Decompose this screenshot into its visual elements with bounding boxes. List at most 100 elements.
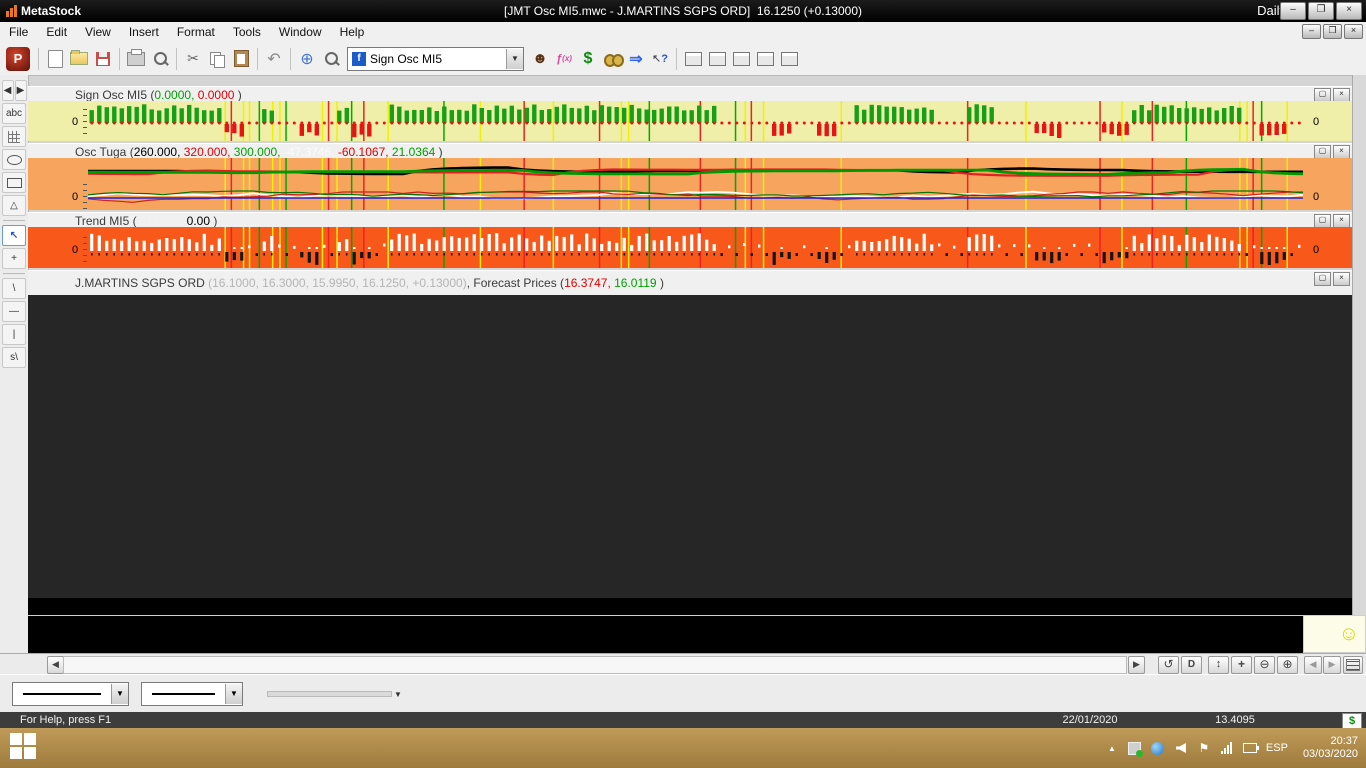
periodicity-button[interactable]: D	[1181, 656, 1202, 674]
usb-device-icon[interactable]	[1128, 741, 1142, 755]
keyboard-language[interactable]: ESP	[1266, 742, 1288, 754]
cascade-windows-button[interactable]	[682, 47, 704, 71]
expert-advisor-button[interactable]: ☻	[529, 47, 551, 71]
trend-plot[interactable]	[88, 227, 1303, 268]
sign-osc-panel[interactable]: 00	[28, 101, 1352, 141]
pointer-tool[interactable]: ↖	[2, 225, 26, 246]
rectangle-tool[interactable]	[2, 172, 26, 193]
panel-maximize-button[interactable]: ▢	[1314, 272, 1331, 286]
tile-horizontal-button[interactable]	[730, 47, 752, 71]
child-restore-button[interactable]: ❐	[1323, 24, 1342, 39]
zoom-out-button[interactable]: ⊖	[1254, 656, 1275, 674]
context-help-button[interactable]: ↖?	[649, 47, 671, 71]
crosshair-button[interactable]: ⊕	[296, 47, 318, 71]
taskbar-clock[interactable]: 20:3703/03/2020	[1303, 735, 1358, 761]
indicator-dropdown-arrow[interactable]: ▼	[506, 49, 523, 69]
panel-close-button[interactable]: ×	[1333, 214, 1350, 228]
grid-tool[interactable]	[2, 126, 26, 147]
trendline-tool[interactable]: \	[2, 278, 26, 299]
restore-button[interactable]: ❐	[1308, 2, 1334, 20]
line-style-combo[interactable]: ▼	[12, 682, 129, 706]
zoom-drag-button[interactable]	[320, 47, 342, 71]
date-axis-months[interactable]	[28, 636, 1303, 653]
date-axis-weeks[interactable]	[28, 615, 1303, 637]
sign-osc-plot[interactable]	[88, 101, 1303, 141]
osc-tuga-plot[interactable]	[88, 158, 1303, 210]
zoom-in-button[interactable]: ⊕	[1277, 656, 1298, 674]
osc-tuga-panel[interactable]: 00	[28, 158, 1352, 210]
panel-maximize-button[interactable]: ▢	[1314, 214, 1331, 228]
next-chart-button[interactable]: ▶	[1323, 656, 1341, 674]
horizontal-line-tool[interactable]: —	[2, 301, 26, 322]
copy-button[interactable]	[206, 47, 228, 71]
save-button[interactable]	[92, 47, 114, 71]
print-button[interactable]	[125, 47, 147, 71]
tile-grid-button[interactable]	[754, 47, 776, 71]
battery-icon[interactable]	[1243, 741, 1257, 755]
action-flag-icon[interactable]: ⚑	[1197, 741, 1211, 755]
indicator-builder-button[interactable]: ƒ(x)	[553, 47, 575, 71]
prev-chart-button[interactable]: ◀	[1304, 656, 1322, 674]
volume-icon[interactable]	[1174, 741, 1188, 755]
signal-strength-icon[interactable]	[1220, 741, 1234, 755]
network-globe-icon[interactable]	[1151, 741, 1165, 755]
scrollbar-right-button[interactable]: ▶	[1128, 656, 1145, 674]
chart-list-button[interactable]	[1343, 656, 1363, 674]
minimize-button[interactable]: –	[1280, 2, 1306, 20]
explorer-button[interactable]	[601, 47, 623, 71]
start-button[interactable]	[10, 733, 40, 763]
tray-expand-icon[interactable]: ▲	[1105, 741, 1119, 755]
crosshair-tool[interactable]: +	[2, 248, 26, 269]
vertical-line-tool[interactable]: |	[2, 324, 26, 345]
open-button[interactable]	[68, 47, 90, 71]
close-button[interactable]: ×	[1336, 2, 1362, 20]
refresh-button[interactable]: ↺	[1158, 656, 1179, 674]
cut-button[interactable]: ✂	[182, 47, 204, 71]
system-tester-button[interactable]: $	[577, 47, 599, 71]
expert-corner[interactable]: ☺	[1303, 615, 1366, 653]
trend-panel[interactable]: 00	[28, 227, 1352, 268]
expert-smiley-icon: ☺	[1339, 624, 1359, 644]
panel-close-button[interactable]: ×	[1333, 145, 1350, 159]
panel-maximize-button[interactable]: ▢	[1314, 145, 1331, 159]
price-chart-panel[interactable]	[28, 295, 1352, 598]
scroll-left-tool[interactable]: ◀	[2, 80, 14, 101]
forecaster-button[interactable]: ⇒	[625, 47, 647, 71]
print-preview-button[interactable]	[149, 47, 171, 71]
zero-label: 0	[1313, 191, 1319, 203]
pan-button[interactable]: +	[1231, 656, 1252, 674]
ellipse-tool[interactable]	[2, 149, 26, 170]
scrollbar-left-button[interactable]: ◀	[47, 656, 64, 674]
menu-help[interactable]: Help	[331, 22, 374, 42]
palette-dropdown-arrow[interactable]: ▼	[394, 690, 402, 699]
menu-window[interactable]: Window	[270, 22, 331, 42]
scroll-right-tool[interactable]: ▶	[15, 80, 27, 101]
panel-close-button[interactable]: ×	[1333, 272, 1350, 286]
workspace-options-button[interactable]	[778, 47, 800, 71]
sign-osc-title: Sign Osc MI5 (0.0000, 0.0000 )	[75, 88, 242, 102]
color-palette[interactable]	[267, 691, 392, 697]
menu-edit[interactable]: Edit	[37, 22, 76, 42]
indicator-selector[interactable]: f Sign Osc MI5 ▼	[347, 47, 524, 71]
horizontal-scrollbar[interactable]	[63, 656, 1127, 674]
power-console-button[interactable]: P	[6, 47, 30, 71]
menu-tools[interactable]: Tools	[224, 22, 270, 42]
rescale-y-button[interactable]: ↕	[1208, 656, 1229, 674]
panel-maximize-button[interactable]: ▢	[1314, 88, 1331, 102]
menu-format[interactable]: Format	[168, 22, 224, 42]
price-panel-header[interactable]: J.MARTINS SGPS ORD (16.1000, 16.3000, 15…	[28, 270, 1352, 296]
triangle-tool[interactable]: △	[2, 195, 26, 216]
menu-insert[interactable]: Insert	[120, 22, 168, 42]
child-close-button[interactable]: ×	[1344, 24, 1363, 39]
menu-view[interactable]: View	[76, 22, 120, 42]
menu-file[interactable]: File	[0, 22, 37, 42]
tile-vertical-button[interactable]	[706, 47, 728, 71]
new-chart-button[interactable]	[44, 47, 66, 71]
text-tool[interactable]: abc	[2, 103, 26, 124]
undo-button[interactable]: ↶	[263, 47, 285, 71]
line-weight-combo[interactable]: ▼	[141, 682, 243, 706]
panel-close-button[interactable]: ×	[1333, 88, 1350, 102]
paste-button[interactable]	[230, 47, 252, 71]
semilog-trend-tool[interactable]: s\	[2, 347, 26, 368]
child-minimize-button[interactable]: –	[1302, 24, 1321, 39]
